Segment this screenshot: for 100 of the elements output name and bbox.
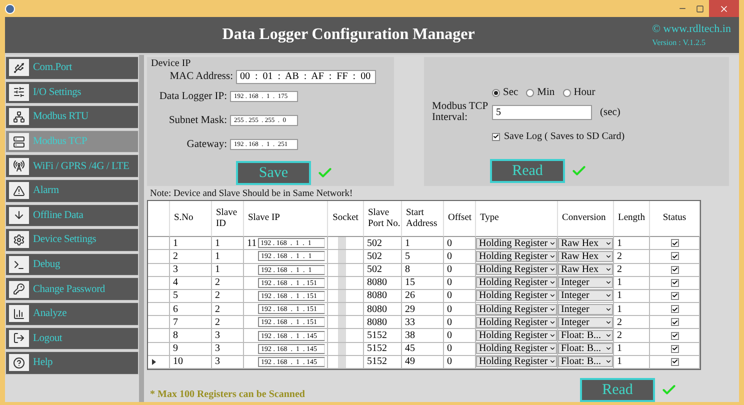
conversion-dropdown[interactable]: Raw Hex (558, 250, 613, 262)
sidebar-item[interactable]: WiFi / GPRS /4G / LTE (5, 154, 139, 178)
conversion-dropdown[interactable]: Integer (558, 277, 613, 288)
table-cell: 2 (212, 290, 244, 304)
type-dropdown[interactable]: Holding Register (476, 316, 557, 328)
type-dropdown[interactable]: Holding Register (476, 343, 557, 354)
type-dropdown[interactable]: Holding Register (476, 250, 557, 262)
radio-option[interactable]: Min (526, 87, 555, 98)
app-icon (5, 4, 15, 14)
website-link[interactable]: © www.rdltech.in (652, 23, 731, 35)
table-cell: 1 (614, 342, 650, 356)
table-cell: 1 (212, 264, 244, 277)
type-dropdown[interactable]: Holding Register (476, 330, 557, 342)
type-dropdown[interactable]: Holding Register (476, 264, 557, 276)
conversion-dropdown[interactable]: Raw Hex (558, 264, 613, 276)
conversion-dropdown[interactable]: Integer (558, 316, 613, 328)
gear-icon (9, 231, 29, 248)
field-label: Modbus TCP Interval: (432, 101, 488, 124)
table-cell: 0 (444, 316, 476, 330)
table-cell: 3 (212, 342, 244, 356)
note-text: Note: Device and Slave Should be in Same Network! (150, 189, 354, 200)
sidebar-item[interactable]: Device Settings (5, 228, 139, 252)
panel-title: Device IP (151, 58, 192, 69)
read-button[interactable]: Read (490, 159, 565, 184)
table-cell: 2 (212, 316, 244, 330)
table-cell: 8080 (364, 316, 402, 330)
sidebar-item[interactable]: Alarm (5, 178, 139, 203)
status-checkbox[interactable] (670, 358, 678, 366)
conversion-dropdown[interactable]: Integer (558, 304, 613, 315)
sidebar-item[interactable]: Debug (5, 252, 139, 276)
interval-field[interactable]: 5 (492, 104, 592, 120)
table-cell: 2 (614, 316, 650, 330)
warning-icon (9, 182, 29, 200)
sidebar-item[interactable]: Analyze (5, 302, 139, 326)
table-cell: 502 (364, 264, 402, 277)
status-checkbox[interactable] (670, 266, 678, 274)
conversion-dropdown[interactable]: Raw Hex (558, 238, 613, 249)
status-checkbox[interactable] (670, 292, 678, 300)
table-cell: 1 (614, 237, 650, 250)
type-dropdown[interactable]: Holding Register (476, 356, 557, 368)
table-cell: 8 (170, 329, 212, 343)
table-cell: 2 (614, 329, 650, 343)
field-label: Gateway: (186, 138, 227, 150)
table-cell: 0 (444, 342, 476, 356)
radio-option[interactable]: Sec (492, 87, 518, 98)
conversion-dropdown[interactable]: Float: B... (558, 356, 613, 368)
antenna-icon (9, 158, 29, 175)
terminal-icon (9, 256, 29, 274)
mac-field[interactable]: 00 : 01 : AB : AF : FF : 00 (236, 70, 376, 84)
table-cell: 6 (170, 303, 212, 316)
unit-label: (sec) (600, 106, 620, 118)
field-label: Data Logger IP: (159, 90, 227, 102)
type-dropdown[interactable]: Holding Register (476, 238, 557, 249)
table-cell: 5152 (364, 342, 402, 356)
table-cell: 5 (170, 290, 212, 304)
radio-option[interactable]: Hour (562, 87, 596, 98)
status-checkbox[interactable] (670, 344, 678, 353)
read-button[interactable]: Read (580, 378, 655, 402)
status-checkbox[interactable] (670, 252, 678, 260)
sidebar-item[interactable]: Logout (5, 326, 139, 350)
status-checkbox[interactable] (670, 278, 678, 287)
table-cell: 8080 (364, 276, 402, 290)
table-cell: 5152 (364, 356, 402, 369)
sidebar-item[interactable]: Modbus RTU (5, 105, 139, 129)
conversion-dropdown[interactable]: Float: B... (558, 343, 613, 354)
type-dropdown[interactable]: Holding Register (476, 304, 557, 315)
sidebar-item[interactable]: Offline Data (5, 204, 139, 228)
network-icon (9, 108, 29, 126)
sidebar-item[interactable]: I/O Settings (5, 80, 139, 104)
status-checkbox[interactable] (670, 305, 678, 314)
save-button[interactable]: Save (236, 161, 311, 185)
table-cell: 9 (170, 342, 212, 356)
row-selector[interactable] (148, 356, 170, 369)
save-log-checkbox[interactable]: Save Log ( Saves to SD Card) (492, 131, 729, 142)
sidebar-item[interactable]: Help (5, 351, 139, 375)
table-cell: 5 (402, 250, 444, 264)
table-cell: 0 (444, 303, 476, 316)
type-dropdown[interactable]: Holding Register (476, 290, 557, 302)
table-cell: 0 (444, 329, 476, 343)
table-cell: 11 (247, 238, 257, 249)
table-cell: 1 (212, 237, 244, 250)
field-label: Subnet Mask: (168, 114, 227, 126)
status-checkbox[interactable] (670, 239, 678, 248)
table-cell: 2 (614, 250, 650, 264)
sliders-icon (9, 84, 29, 101)
conversion-dropdown[interactable]: Float: B... (558, 330, 613, 342)
logout-icon (9, 330, 29, 347)
status-checkbox[interactable] (670, 332, 678, 340)
version-text: Version : V.1.2.5 (652, 38, 706, 47)
table-cell: 0 (444, 264, 476, 277)
sidebar-item[interactable]: Change Password (5, 277, 139, 301)
type-dropdown[interactable]: Holding Register (476, 277, 557, 288)
usb-icon (9, 59, 29, 76)
close-icon[interactable] (709, 0, 739, 17)
table-cell: 502 (364, 250, 402, 264)
sidebar-item[interactable]: Com.Port (5, 56, 139, 80)
conversion-dropdown[interactable]: Integer (558, 290, 613, 302)
status-checkbox[interactable] (670, 318, 678, 326)
table-cell: 2 (170, 250, 212, 264)
key-icon (9, 280, 29, 298)
